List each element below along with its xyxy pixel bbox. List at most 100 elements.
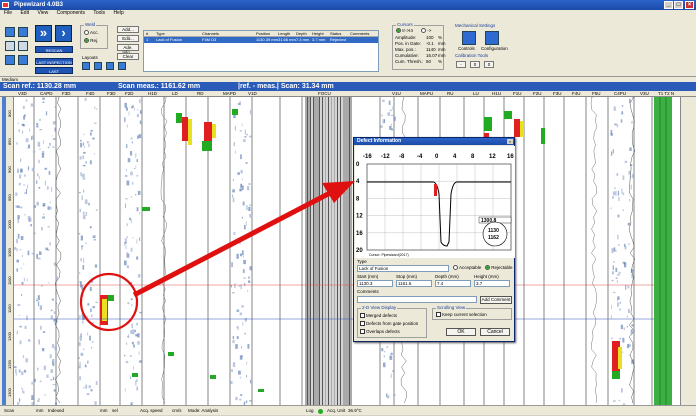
bscan-speck — [249, 136, 252, 138]
bscan-speck — [26, 138, 29, 142]
bscan-speck — [40, 381, 42, 383]
menu-tools[interactable]: Tools — [93, 10, 105, 16]
controls-icon[interactable] — [462, 31, 476, 45]
depth-field[interactable]: 7.4 — [435, 280, 471, 287]
gate-checkbox[interactable]: Defects from gate position — [360, 321, 418, 327]
bscan-speck — [90, 160, 92, 164]
menu-view[interactable]: View — [37, 10, 48, 16]
bscan-speck — [244, 333, 246, 335]
add-defect-button[interactable]: Add... — [117, 26, 139, 33]
cancel-button[interactable]: Cancel — [480, 328, 510, 336]
bscan-speck — [235, 126, 236, 131]
comments-field[interactable] — [357, 296, 477, 303]
weld-acc-option[interactable]: Acc. — [84, 30, 99, 36]
bscan-speck — [82, 265, 84, 270]
table-row[interactable]: 1 Lack of Fusion F4M D3 1130.39 mm 31.66… — [144, 37, 378, 43]
bscan-speck — [38, 302, 39, 307]
weld-rej-option[interactable]: Rej. — [84, 38, 98, 44]
layout-4-icon[interactable] — [118, 62, 126, 70]
bscan-speck — [240, 313, 242, 316]
bscan-speck — [240, 154, 242, 159]
bscan-speck — [51, 310, 53, 311]
height-field[interactable]: 3.7 — [474, 280, 510, 287]
settings-icon[interactable] — [18, 41, 28, 51]
clear-button[interactable]: Clear — [117, 53, 139, 60]
type-select[interactable]: Lack of Fusion — [357, 265, 449, 272]
calib-field-1[interactable]: - — [456, 61, 466, 68]
menu-edit[interactable]: Edit — [20, 10, 29, 16]
ok-button[interactable]: OK — [446, 328, 476, 336]
next-button[interactable]: » — [35, 25, 52, 42]
ade-info-button[interactable]: Ade. Info... — [117, 44, 139, 51]
bscan-speck — [390, 110, 392, 111]
save-file-icon[interactable] — [18, 27, 28, 37]
bscan-speck — [90, 130, 92, 132]
bscan-speck — [54, 262, 56, 265]
add-comment-button[interactable]: Add Comment — [480, 296, 512, 304]
bscan-speck — [16, 260, 19, 263]
stop-field[interactable]: 1161.6 — [396, 280, 432, 287]
grid-icon[interactable] — [5, 55, 15, 65]
cum-thresh-label: Cum. Thresh.: — [395, 59, 423, 65]
bscan-speck — [246, 400, 247, 403]
bscan-speck — [39, 187, 40, 189]
cursor-option-2[interactable]: -> — [421, 28, 431, 34]
close-button[interactable]: × — [685, 1, 694, 9]
strip-chart-svg[interactable] — [14, 97, 680, 405]
calculator-icon[interactable] — [18, 55, 28, 65]
bscan-speck — [631, 324, 634, 326]
bscan-speck — [93, 239, 96, 240]
dialog-title: Defect Information — [354, 138, 514, 145]
forward-button[interactable]: › — [55, 25, 72, 42]
maximize-button[interactable]: □ — [674, 1, 683, 9]
layout-3-icon[interactable] — [106, 62, 114, 70]
bscan-speck — [127, 125, 128, 128]
bscan-speck — [613, 149, 614, 153]
bscan-speck — [49, 207, 52, 210]
acceptable-option[interactable]: Acceptable — [453, 265, 481, 271]
vertical-scrollbar[interactable] — [680, 97, 696, 405]
profile-xtick: 4 — [453, 154, 457, 160]
bscan-speck — [130, 151, 132, 155]
bscan-speck — [39, 251, 42, 255]
layout-1-icon[interactable] — [82, 62, 90, 70]
menu-components[interactable]: Components — [57, 10, 85, 16]
bscan-speck — [631, 329, 633, 332]
bscan-speck — [52, 135, 53, 136]
layout-2-icon[interactable] — [94, 62, 102, 70]
bscan-speck — [615, 268, 617, 272]
start-field[interactable]: 1130.3 — [357, 280, 393, 287]
bscan-speck — [130, 172, 133, 176]
calib-field-2[interactable]: 0 — [470, 61, 480, 68]
bscan-speck — [53, 377, 54, 380]
bscan-speck — [82, 174, 85, 178]
last-inspection-button[interactable]: LAST INSPECTION — [35, 58, 73, 65]
bscan-speck — [137, 114, 139, 117]
cursor-option-1[interactable]: Ir->I4 — [396, 28, 413, 34]
keep-selection-checkbox[interactable]: Keep current selection — [436, 312, 487, 318]
network-icon[interactable] — [5, 41, 15, 51]
defect-block — [258, 389, 264, 392]
bscan-speck — [622, 338, 624, 343]
merged-checkbox[interactable]: Merged defects — [360, 313, 397, 319]
bscan-speck — [94, 107, 95, 109]
bscan-speck — [132, 182, 133, 185]
open-file-icon[interactable] — [5, 27, 15, 37]
last-calibration-button[interactable]: LAST CALIBRATION — [35, 67, 73, 74]
bscan-speck — [629, 199, 630, 201]
rejectable-option[interactable]: Rejectable — [485, 265, 513, 271]
dialog-close-icon[interactable]: × — [507, 139, 513, 144]
defect-block — [504, 111, 512, 119]
configuration-icon[interactable] — [485, 31, 499, 45]
bscan-speck — [247, 290, 248, 292]
minimize-button[interactable]: _ — [664, 1, 673, 9]
rescan-button[interactable]: RESCAN — [35, 46, 73, 53]
menu-help[interactable]: Help — [113, 10, 123, 16]
overlaps-checkbox[interactable]: Overlaps defects — [360, 329, 400, 335]
bscan-speck — [26, 148, 27, 149]
edit-defect-button[interactable]: Edit... — [117, 35, 139, 42]
defect-block — [204, 122, 212, 142]
menu-file[interactable]: File — [4, 10, 12, 16]
calib-field-3[interactable]: 0 — [484, 61, 494, 68]
cum-thresh-value: 50 — [426, 59, 431, 65]
